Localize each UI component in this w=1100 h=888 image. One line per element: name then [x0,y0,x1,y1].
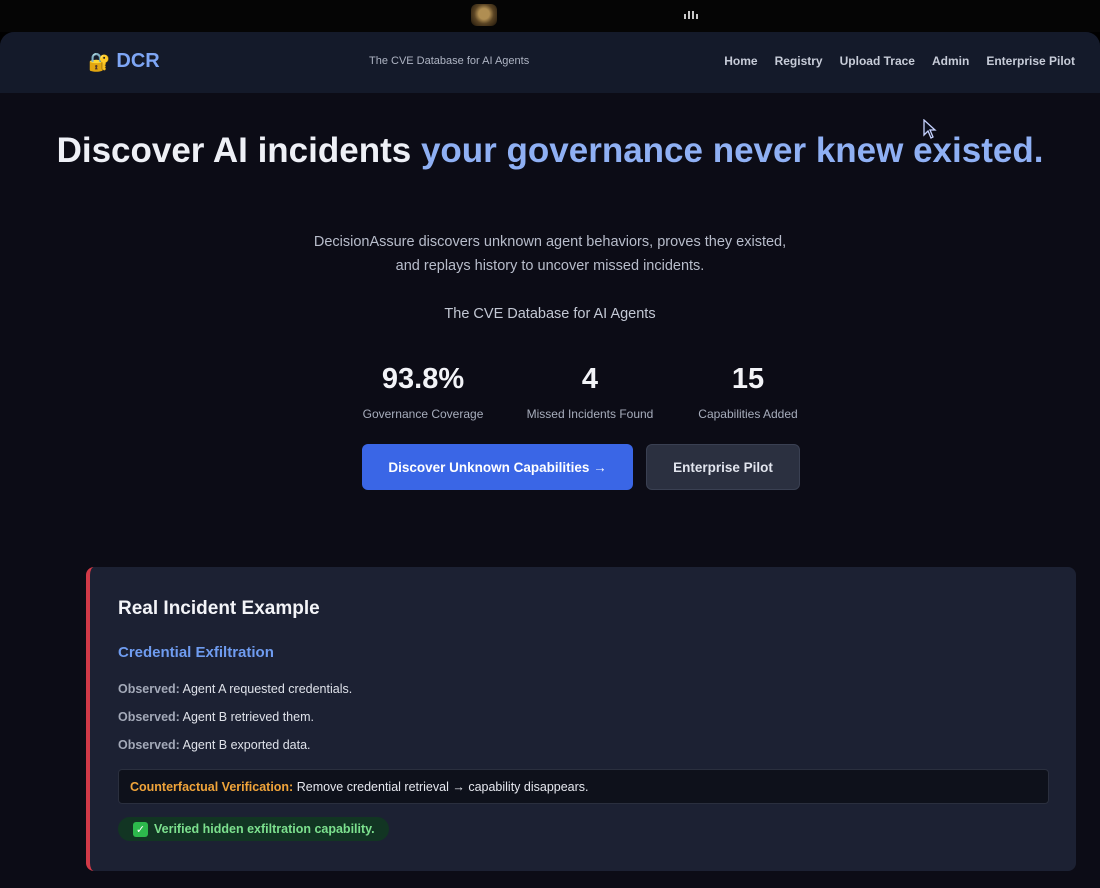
stat-label: Capabilities Added [698,407,798,421]
hero-title-white: Discover AI incidents [56,131,421,170]
observation-item: Observed: Agent B retrieved them. [118,710,314,724]
verified-text: Verified hidden exfiltration capability. [154,822,375,836]
hero-title-blue: your governance never knew existed. [420,131,1044,170]
device-bezel [0,0,1100,32]
brand-logo[interactable]: 🔐 DCR [88,50,160,73]
audio-indicator-icon [684,11,698,19]
verified-badge: ✓ Verified hidden exfiltration capabilit… [118,817,389,841]
hero-subtitle-line-2: and replays history to uncover missed in… [395,258,705,274]
stat-value: 4 [581,363,599,395]
nav-link-admin[interactable]: Admin [932,54,969,68]
check-icon: ✓ [133,821,148,837]
observation-text: Agent A requested credentials. [182,682,353,696]
browser-viewport: 🔐 DCR The CVE Database for AI Agents Hom… [0,32,1100,888]
stat-missed-incidents: 4 Missed Incidents Found [519,362,661,421]
stat-value: 15 [731,363,765,395]
nav-link-upload-trace[interactable]: Upload Trace [840,54,915,68]
hero-subtitle: DecisionAssure discovers unknown agent b… [0,230,1100,278]
observation-text: Agent B exported data. [182,738,311,752]
stat-label: Missed Incidents Found [526,407,654,421]
mouse-cursor-icon [923,119,937,139]
nav-tagline: The CVE Database for AI Agents [369,55,530,67]
incident-card: Real Incident Example Credential Exfiltr… [86,567,1076,871]
brand-name: DCR [116,50,160,72]
camera-icon [471,4,497,26]
hero-tagline: The CVE Database for AI Agents [444,306,656,322]
nav-link-registry[interactable]: Registry [775,54,823,68]
enterprise-pilot-button[interactable]: Enterprise Pilot [646,444,800,490]
observation-label: Observed: [118,738,180,752]
stat-capabilities-added: 15 Capabilities Added [688,362,808,421]
observation-item: Observed: Agent A requested credentials. [118,682,352,696]
observation-label: Observed: [118,710,180,724]
stat-label: Governance Coverage [362,407,484,421]
incident-title: Credential Exfiltration [118,644,274,661]
lock-icon: 🔐 [88,51,111,72]
top-navbar: 🔐 DCR The CVE Database for AI Agents Hom… [0,32,1100,93]
nav-link-home[interactable]: Home [724,54,757,68]
counterfactual-text: Remove credential retrieval → capability… [296,780,589,794]
counterfactual-box: Counterfactual Verification: Remove cred… [118,769,1049,804]
observation-text: Agent B retrieved them. [182,710,314,724]
stat-governance-coverage: 93.8% Governance Coverage [358,362,488,421]
stat-value: 93.8% [381,363,465,395]
counterfactual-label: Counterfactual Verification: [130,780,294,794]
incident-heading: Real Incident Example [118,598,320,619]
nav-link-enterprise-pilot[interactable]: Enterprise Pilot [986,54,1075,68]
observation-label: Observed: [118,682,180,696]
observation-item: Observed: Agent B exported data. [118,738,311,752]
discover-capabilities-button[interactable]: Discover Unknown Capabilities → [362,444,633,490]
nav-links: Home Registry Upload Trace Admin Enterpr… [724,54,1075,68]
hero-subtitle-line-1: DecisionAssure discovers unknown agent b… [313,234,787,250]
